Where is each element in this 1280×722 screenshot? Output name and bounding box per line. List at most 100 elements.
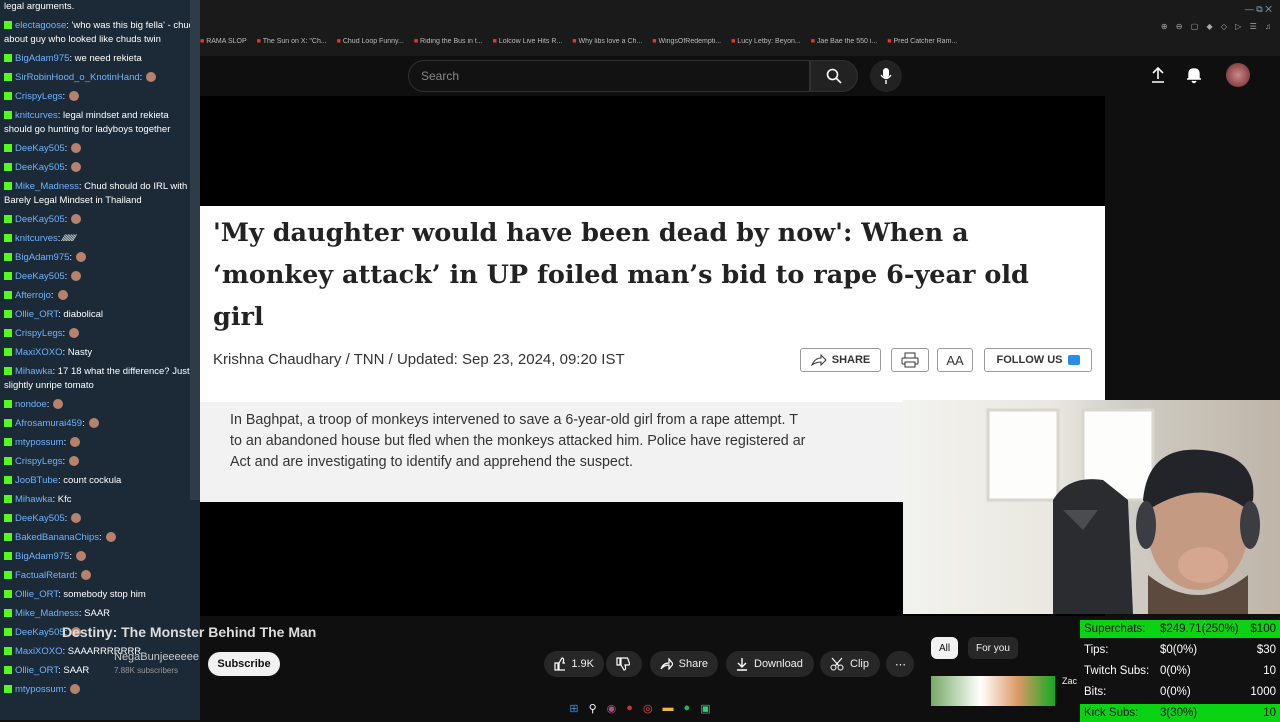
chat-username[interactable]: Afrosamurai459 bbox=[15, 418, 82, 429]
bookmark-item[interactable]: Pred Catcher Ram... bbox=[887, 38, 957, 52]
kick-badge-icon bbox=[4, 182, 12, 190]
like-button[interactable]: 1.9K bbox=[544, 651, 604, 677]
chip-for-you[interactable]: For you bbox=[968, 637, 1018, 659]
kick-badge-icon bbox=[4, 685, 12, 693]
related-video-title[interactable]: Zac bbox=[1062, 676, 1077, 686]
download-label: Download bbox=[754, 658, 803, 670]
chat-text: : bbox=[64, 214, 68, 225]
chat-message: Afterrojo: bbox=[4, 289, 194, 303]
chat-username[interactable]: Mihawka bbox=[15, 494, 53, 505]
bookmark-item[interactable]: Jae Bae the 550 i... bbox=[811, 38, 877, 52]
chat-username[interactable]: DeeKay505 bbox=[15, 627, 65, 638]
search-input[interactable]: Search bbox=[408, 60, 810, 92]
bookmark-item[interactable]: Why libs love a Ch... bbox=[572, 38, 642, 52]
chat-username[interactable]: BigAdam975 bbox=[15, 53, 69, 64]
chat-username[interactable]: MaxiXOXO bbox=[15, 347, 63, 358]
kick-badge-icon bbox=[4, 457, 12, 465]
stats-right: 10 bbox=[1263, 707, 1276, 719]
taskbar: ⊞ ⚲ ◉ ● ◎ ▬ ● ▣ bbox=[540, 698, 740, 718]
excel-icon[interactable]: ▣ bbox=[700, 702, 710, 715]
stats-row: Bits: 0(0%) 1000 bbox=[1080, 683, 1280, 701]
chat-username[interactable]: Ollie_ORT bbox=[15, 309, 58, 320]
search-button[interactable] bbox=[810, 60, 858, 92]
stats-mid: 0(0%) bbox=[1160, 665, 1191, 677]
stats-lab: Tips: bbox=[1084, 644, 1109, 656]
bookmark-item[interactable]: Lolcow Live Hits R... bbox=[493, 38, 562, 52]
obs-icon[interactable]: ● bbox=[626, 702, 633, 714]
chat-message: DeeKay505: bbox=[4, 512, 194, 526]
chat-username[interactable]: electagoose bbox=[15, 20, 66, 31]
bookmark-item[interactable]: Lucy Letby: Beyon... bbox=[731, 38, 800, 52]
chat-username[interactable]: DeeKay505 bbox=[15, 214, 65, 225]
summary-line: to an abandoned house but fled when the … bbox=[230, 433, 806, 449]
chat-username[interactable]: Afterrojo bbox=[15, 290, 51, 301]
discord-icon[interactable]: ◉ bbox=[607, 702, 617, 715]
window-controls[interactable]: — ⧉ ✕ bbox=[1245, 4, 1272, 15]
chat-username[interactable]: Mike_Madness bbox=[15, 608, 79, 619]
folder-icon[interactable]: ▬ bbox=[663, 702, 674, 714]
chat-username[interactable]: Mihawka bbox=[15, 366, 53, 377]
google-news-icon bbox=[1067, 355, 1080, 365]
bookmark-item[interactable]: WingsOfRedempti... bbox=[652, 38, 721, 52]
chat-username[interactable]: DeeKay505 bbox=[15, 513, 65, 524]
thumbs-up-icon bbox=[554, 657, 566, 671]
windows-start-icon[interactable]: ⊞ bbox=[569, 702, 578, 715]
clip-button[interactable]: Clip bbox=[820, 651, 880, 677]
chat-username[interactable]: Ollie_ORT bbox=[15, 589, 58, 600]
account-avatar[interactable] bbox=[1226, 63, 1250, 87]
kick-badge-icon bbox=[4, 21, 12, 29]
chat-username[interactable]: CrispyLegs bbox=[15, 328, 63, 339]
chat-message: SirRobinHood_o_KnotinHand: bbox=[4, 71, 194, 85]
chat-username[interactable]: CrispyLegs bbox=[15, 456, 63, 467]
chat-username[interactable]: mtypossum bbox=[15, 684, 64, 695]
download-button[interactable]: Download bbox=[726, 651, 814, 677]
emote-icon bbox=[69, 91, 80, 101]
kick-badge-icon bbox=[4, 571, 12, 579]
chat-username[interactable]: mtypossum bbox=[15, 437, 64, 448]
chat-text: : somebody stop him bbox=[58, 589, 146, 600]
chat-username[interactable]: DeeKay505 bbox=[15, 143, 65, 154]
related-video-thumbnail[interactable] bbox=[931, 676, 1055, 706]
article-share-label: SHARE bbox=[831, 354, 871, 366]
emote-icon bbox=[71, 162, 82, 172]
chat-username[interactable]: MaxiXOXO bbox=[15, 646, 63, 657]
article-headline: 'My daughter would have been dead by now… bbox=[213, 218, 1029, 332]
chat-text: : diabolical bbox=[58, 309, 104, 320]
chrome-icon[interactable]: ◎ bbox=[643, 702, 653, 715]
chat-username[interactable]: Ollie_ORT bbox=[15, 665, 58, 676]
chat-username[interactable]: knitcurves bbox=[15, 233, 58, 244]
taskbar-search-icon[interactable]: ⚲ bbox=[589, 702, 597, 715]
chat-scrollbar[interactable] bbox=[190, 0, 200, 500]
spotify-icon[interactable]: ● bbox=[684, 702, 691, 714]
chat-text: : bbox=[62, 91, 66, 102]
channel-name[interactable]: NegaBunjeeeeee bbox=[114, 651, 199, 663]
bookmark-item[interactable]: The Sun on X: "Ch... bbox=[257, 38, 327, 52]
chat-username[interactable]: SirRobinHood_o_KnotinHand bbox=[15, 72, 140, 83]
dislike-button[interactable] bbox=[606, 651, 642, 677]
chat-username[interactable]: DeeKay505 bbox=[15, 162, 65, 173]
chat-username[interactable]: DeeKay505 bbox=[15, 271, 65, 282]
chat-username[interactable]: nondoe bbox=[15, 399, 47, 410]
kick-badge-icon bbox=[4, 495, 12, 503]
chat-username[interactable]: BakedBananaChips bbox=[15, 532, 99, 543]
chat-username[interactable]: knitcurves bbox=[15, 110, 58, 121]
upload-icon[interactable] bbox=[1150, 66, 1166, 89]
share-button[interactable]: Share bbox=[650, 651, 718, 677]
chat-username[interactable]: CrispyLegs bbox=[15, 91, 63, 102]
chat-username[interactable]: BigAdam975 bbox=[15, 551, 69, 562]
more-actions-button[interactable]: ⋯ bbox=[886, 651, 914, 677]
chat-message: CrispyLegs: bbox=[4, 90, 194, 104]
bookmark-item[interactable]: Chud Loop Funny... bbox=[337, 38, 404, 52]
emote-icon bbox=[69, 456, 80, 466]
subscribe-button[interactable]: Subscribe bbox=[208, 652, 280, 676]
chat-username[interactable]: BigAdam975 bbox=[15, 252, 69, 263]
browser-toolbar-icons[interactable]: ⊕ ⊖ ▢ ◆ ◇ ▷ ☰ ♫ bbox=[1161, 22, 1274, 31]
chip-all[interactable]: All bbox=[931, 637, 959, 659]
chat-username[interactable]: FactualRetard bbox=[15, 570, 75, 581]
voice-search-button[interactable] bbox=[870, 60, 902, 92]
bookmark-item[interactable]: RAMA SLOP bbox=[200, 38, 246, 52]
notifications-bell-icon[interactable] bbox=[1186, 66, 1202, 89]
chat-username[interactable]: Mike_Madness bbox=[15, 181, 79, 192]
chat-username[interactable]: JooBTube bbox=[15, 475, 58, 486]
bookmark-item[interactable]: Riding the Bus in t... bbox=[414, 38, 483, 52]
